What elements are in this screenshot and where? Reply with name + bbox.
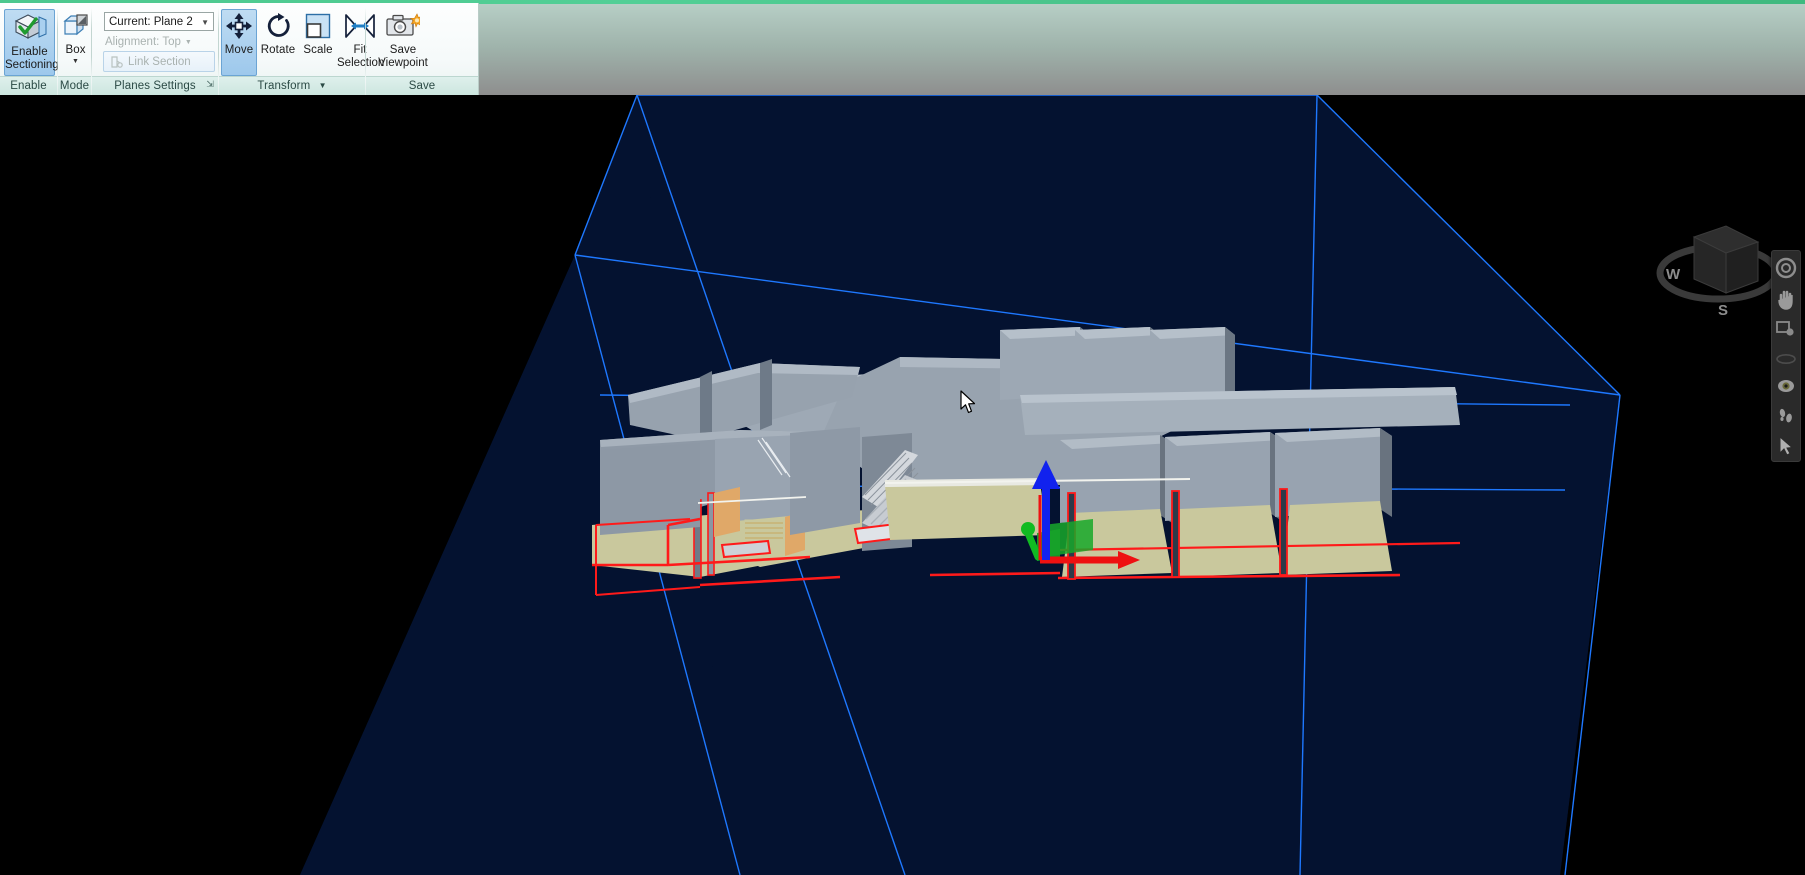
- view-cube-label-west: W: [1666, 266, 1681, 283]
- rotate-icon: [257, 13, 299, 44]
- view-cube-label-south: S: [1718, 302, 1728, 319]
- move-button[interactable]: Move: [221, 9, 257, 76]
- current-plane-select[interactable]: Current: Plane 2 ▼: [104, 12, 214, 31]
- panel-title-planes-settings: Planes Settings ⇲: [92, 76, 218, 95]
- scene-graphics: W E S: [0, 95, 1805, 875]
- right-floor-slab: [1172, 505, 1282, 577]
- enable-sectioning-icon: [5, 13, 54, 46]
- walk-icon[interactable]: [1772, 401, 1800, 431]
- section-mode-box-label: Box: [60, 45, 91, 57]
- section-box-icon: [60, 13, 91, 44]
- chevron-down-icon[interactable]: ▼: [319, 77, 327, 95]
- orbit-icon[interactable]: [1772, 343, 1800, 373]
- ribbon-panel-transform: Move Rotate: [219, 6, 365, 95]
- ribbon-panel-row: Enable Sectioning Enable: [0, 3, 479, 95]
- chevron-down-icon[interactable]: ▼: [201, 13, 209, 33]
- panel-title-transform: Transform ▼: [219, 76, 365, 95]
- cut-column: [1172, 491, 1179, 577]
- link-section-planes-button[interactable]: Link Section Planes: [103, 51, 215, 72]
- door: [714, 487, 740, 537]
- stair-core-wall: [790, 427, 860, 535]
- enable-sectioning-label-2: Sectioning: [5, 59, 54, 71]
- rotate-label: Rotate: [257, 45, 299, 57]
- right-floor-slab: [1282, 501, 1392, 575]
- ribbon: Enable Sectioning Enable: [0, 0, 1805, 95]
- enable-sectioning-label-1: Enable: [5, 47, 54, 59]
- scale-label: Scale: [300, 45, 336, 57]
- ribbon-panel-planes-settings: Current: Plane 2 ▼ Alignment: Top▼ Link: [92, 6, 218, 95]
- save-viewpoint-icon: [375, 13, 431, 44]
- chevron-down-icon[interactable]: ▼: [60, 58, 91, 65]
- zoom-window-icon[interactable]: [1772, 314, 1800, 344]
- panel-title-mode: Mode: [58, 76, 91, 95]
- section-mode-box-button[interactable]: Box ▼: [59, 9, 92, 76]
- ribbon-panel-mode: Box ▼ Mode: [58, 6, 91, 95]
- scale-icon: [300, 13, 336, 44]
- view-cube[interactable]: W E S: [1660, 226, 1782, 319]
- current-plane-value: Current: Plane 2: [109, 16, 193, 28]
- link-planes-icon: [109, 55, 124, 77]
- move-label: Move: [222, 45, 256, 57]
- alignment-label: Alignment: Top: [105, 36, 181, 48]
- enable-sectioning-button[interactable]: Enable Sectioning: [4, 9, 55, 76]
- navigation-bar[interactable]: [1771, 250, 1801, 462]
- dialog-launcher-icon[interactable]: ⇲: [206, 75, 214, 93]
- alignment-dropdown[interactable]: Alignment: Top ▼: [105, 34, 217, 51]
- save-viewpoint-button[interactable]: Save Viewpoint: [374, 9, 432, 76]
- chevron-down-icon[interactable]: ▼: [185, 39, 192, 46]
- save-viewpoint-label-1: Save: [375, 45, 431, 57]
- wall-fin: [700, 371, 712, 440]
- 3d-viewport[interactable]: W E S: [0, 95, 1805, 875]
- wall-fin: [760, 359, 772, 430]
- cut-column: [1280, 489, 1287, 575]
- save-viewpoint-label-2: Viewpoint: [375, 57, 431, 69]
- pan-hand-icon[interactable]: [1772, 284, 1800, 314]
- rotate-button[interactable]: Rotate: [256, 9, 300, 76]
- move-icon: [222, 13, 256, 44]
- select-arrow-icon[interactable]: [1772, 431, 1800, 461]
- ribbon-panel-save: Save Viewpoint Save: [366, 6, 478, 95]
- steering-wheel-icon[interactable]: [1772, 253, 1800, 283]
- panel-title-save: Save: [366, 76, 478, 95]
- ribbon-panel-enable: Enable Sectioning Enable: [0, 6, 57, 95]
- scale-button[interactable]: Scale: [299, 9, 337, 76]
- look-around-icon[interactable]: [1772, 371, 1800, 401]
- panel-title-enable: Enable: [0, 76, 57, 95]
